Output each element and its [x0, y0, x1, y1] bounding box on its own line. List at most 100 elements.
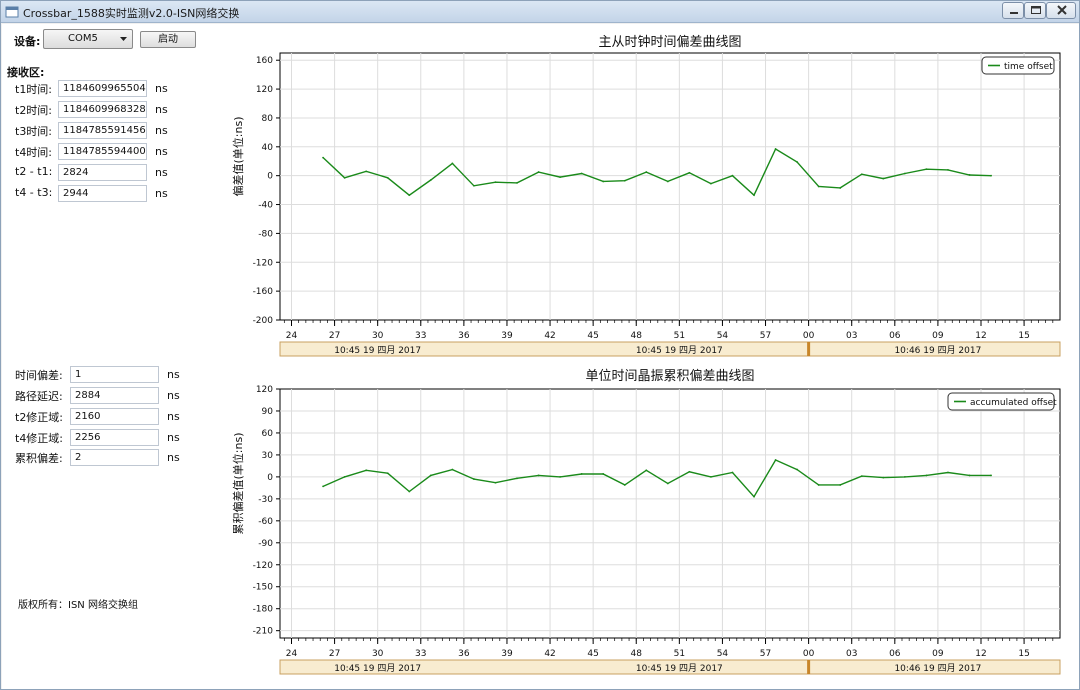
data-point: [559, 475, 562, 478]
t4-correction-field[interactable]: 2256: [70, 429, 159, 446]
data-point: [365, 469, 368, 472]
data-point: [645, 171, 648, 173]
x-tick-label: 33: [415, 649, 426, 659]
time-offset-label: 时间偏差:: [15, 369, 63, 382]
y-tick-label: 30: [262, 451, 274, 461]
device-select[interactable]: COM5: [43, 29, 133, 49]
x-tick-label: 15: [1018, 649, 1029, 659]
data-point: [710, 182, 712, 185]
receive-section-label: 接收区:: [7, 66, 45, 79]
minimize-button[interactable]: [1002, 2, 1024, 19]
chart-title: 主从时钟时间偏差曲线图: [598, 34, 741, 50]
y-tick-label: -210: [253, 627, 274, 637]
x-tick-label: 45: [587, 649, 598, 659]
accumulated-offset-field[interactable]: 2: [70, 449, 159, 466]
data-point: [688, 470, 691, 473]
x-tick-label: 06: [889, 649, 901, 659]
y-tick-label: -160: [253, 287, 274, 297]
data-point: [968, 474, 971, 477]
minimize-icon: [1010, 12, 1018, 14]
maximize-button[interactable]: [1024, 2, 1046, 19]
maximize-icon: [1031, 6, 1041, 14]
data-point: [839, 187, 842, 189]
y-tick-label: 160: [256, 56, 273, 66]
start-button[interactable]: 启动: [140, 31, 196, 48]
t2-correction-field[interactable]: 2160: [70, 408, 159, 425]
y-tick-label: -30: [258, 495, 273, 505]
t2-t1-field[interactable]: 2824: [58, 164, 147, 181]
x-tick-label: 36: [458, 331, 470, 341]
y-axis-label: 偏差值(单位:ns): [231, 117, 245, 197]
data-point: [860, 475, 863, 478]
time-axis-label: 10:46 19 四月 2017: [894, 663, 981, 674]
x-tick-label: 36: [458, 649, 470, 659]
data-point: [688, 171, 691, 174]
y-tick-label: -60: [258, 517, 273, 527]
x-tick-label: 00: [803, 331, 815, 341]
y-tick-label: -180: [253, 605, 274, 615]
x-tick-label: 09: [932, 649, 944, 659]
x-tick-label: 39: [501, 649, 513, 659]
time-axis-label: 10:46 19 四月 2017: [894, 345, 981, 356]
t4-correction-label: t4修正域:: [15, 432, 64, 445]
t2-field[interactable]: 1184609968328: [58, 101, 147, 118]
time-axis-label: 10:45 19 四月 2017: [636, 663, 723, 674]
time-offset-chart: 主从时钟时间偏差曲线图 160 120 80 40 0 -40 -80 -120 -160 -200…: [231, 34, 1061, 357]
data-point: [796, 161, 799, 163]
data-point: [774, 148, 777, 150]
t4-t3-unit: ns: [155, 187, 168, 200]
path-delay-field[interactable]: 2884: [70, 387, 159, 404]
data-point: [429, 474, 432, 477]
data-point: [839, 484, 842, 486]
x-tick-label: 51: [674, 649, 685, 659]
t2-label: t2时间:: [15, 104, 53, 117]
t2-correction-unit: ns: [167, 410, 180, 423]
app-window: Crossbar_1588实时监测v2.0-ISN网络交换 设备: COM5 启…: [0, 0, 1080, 690]
data-point: [990, 474, 992, 477]
t3-unit: ns: [155, 124, 168, 137]
t4-field[interactable]: 1184785594400: [58, 143, 147, 160]
y-tick-label: 120: [256, 85, 273, 95]
data-point: [537, 474, 540, 477]
data-point: [925, 474, 928, 477]
time-offset-field[interactable]: 1: [70, 366, 159, 383]
data-point: [882, 177, 885, 180]
y-tick-label: 40: [262, 143, 274, 153]
data-point: [860, 173, 863, 176]
y-axis-label: 累积偏差值(单位:ns): [231, 433, 245, 535]
x-tick-label: 12: [975, 649, 986, 659]
t3-label: t3时间:: [15, 125, 53, 138]
data-point: [817, 185, 820, 188]
t2-correction-label: t2修正域:: [15, 411, 64, 424]
t1-field[interactable]: 1184609965504: [58, 80, 147, 97]
x-tick-label: 27: [329, 331, 340, 341]
t4-label: t4时间:: [15, 146, 53, 159]
accumulated-offset-chart: 单位时间晶振累积偏差曲线图1209060300-30-60-90-120-150…: [231, 369, 1061, 675]
time-axis-divider: [807, 660, 811, 674]
data-point: [322, 485, 324, 488]
client-area: 设备: COM5 启动 接收区: t1时间: 1184609965504 ns …: [2, 24, 1079, 689]
t4-t3-field[interactable]: 2944: [58, 185, 147, 202]
x-tick-label: 48: [631, 331, 643, 341]
x-tick-label: 57: [760, 649, 771, 659]
chevron-down-icon: [120, 37, 127, 41]
close-button[interactable]: [1046, 2, 1076, 19]
copyright-text: 版权所有：ISN 网络交换组: [18, 600, 138, 611]
data-point: [343, 176, 346, 179]
x-tick-label: 33: [415, 331, 426, 341]
data-point: [494, 181, 497, 184]
t1-unit: ns: [155, 82, 168, 95]
t3-field[interactable]: 1184785591456: [58, 122, 147, 139]
data-point: [602, 473, 605, 475]
t4-correction-unit: ns: [167, 431, 180, 444]
y-tick-label: 0: [267, 473, 273, 483]
x-tick-label: 30: [372, 331, 384, 341]
data-point: [623, 484, 626, 486]
t2-t1-label: t2 - t1:: [15, 165, 53, 178]
y-tick-label: -80: [258, 229, 273, 239]
close-icon: [1057, 5, 1067, 15]
data-point: [322, 156, 324, 159]
x-tick-label: 12: [975, 331, 986, 341]
accumulated-offset-unit: ns: [167, 451, 180, 464]
x-tick-label: 57: [760, 331, 771, 341]
